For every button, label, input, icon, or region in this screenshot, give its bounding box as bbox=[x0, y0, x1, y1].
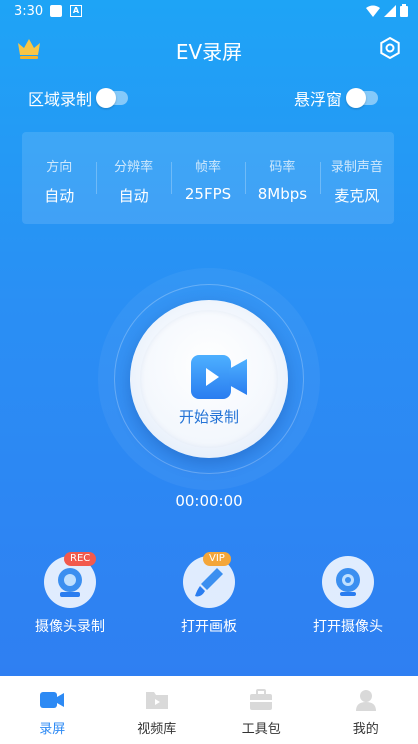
float-window-toggle[interactable] bbox=[346, 88, 379, 108]
title-bar: EV录屏 bbox=[0, 30, 418, 70]
bottom-navigation: 录屏 视频库 工具包 我的 bbox=[0, 676, 418, 744]
float-window-row: 悬浮窗 bbox=[294, 86, 379, 110]
float-window-label: 悬浮窗 bbox=[294, 90, 343, 109]
nav-label: 我的 bbox=[352, 722, 379, 737]
drawing-board-icon-wrap: VIP bbox=[183, 552, 235, 608]
setting-label: 码率 bbox=[269, 160, 296, 175]
nav-label: 录屏 bbox=[39, 722, 66, 737]
setting-bitrate[interactable]: 码率 8Mbps bbox=[245, 132, 319, 224]
camera-record-tool[interactable]: REC 摄像头录制 bbox=[10, 552, 130, 636]
signal-icon bbox=[384, 4, 396, 17]
start-record-button[interactable]: 开始录制 bbox=[130, 300, 288, 458]
start-record-inner: 开始录制 bbox=[140, 310, 278, 448]
area-record-label: 区域录制 bbox=[28, 90, 93, 109]
setting-value: 麦克风 bbox=[334, 187, 380, 205]
setting-value: 8Mbps bbox=[257, 185, 308, 203]
nav-tab-mine[interactable]: 我的 bbox=[314, 676, 418, 744]
app-title: EV录屏 bbox=[175, 40, 243, 64]
notification-icon bbox=[50, 5, 62, 17]
battery-icon bbox=[400, 4, 408, 17]
tool-label: 摄像头录制 bbox=[35, 619, 105, 635]
wifi-icon bbox=[366, 5, 380, 17]
status-time: 3:30 bbox=[14, 4, 44, 19]
record-timer: 00:00:00 bbox=[175, 492, 243, 510]
profile-icon bbox=[355, 690, 376, 711]
setting-label: 分辨率 bbox=[114, 160, 154, 175]
setting-value: 25FPS bbox=[184, 185, 232, 203]
tool-label: 打开画板 bbox=[181, 619, 237, 635]
nav-tab-toolkit[interactable]: 工具包 bbox=[209, 676, 314, 744]
setting-framerate[interactable]: 帧率 25FPS bbox=[170, 132, 245, 224]
area-record-toggle[interactable] bbox=[96, 88, 129, 108]
vip-badge: VIP bbox=[203, 552, 231, 566]
setting-audio-source[interactable]: 录制声音 麦克风 bbox=[319, 132, 394, 224]
area-record-row: 区域录制 bbox=[28, 86, 129, 110]
settings-icon[interactable] bbox=[378, 36, 402, 60]
open-drawing-board-tool[interactable]: VIP 打开画板 bbox=[149, 552, 269, 636]
rec-badge: REC bbox=[64, 552, 97, 566]
toolkit-icon bbox=[250, 689, 273, 710]
tool-label: 打开摄像头 bbox=[313, 619, 383, 635]
a-notification-icon: A bbox=[70, 5, 82, 17]
record-tab-icon bbox=[40, 692, 65, 708]
nav-label: 视频库 bbox=[137, 722, 177, 737]
setting-label: 帧率 bbox=[195, 160, 222, 175]
nav-tab-record[interactable]: 录屏 bbox=[0, 676, 105, 744]
setting-label: 录制声音 bbox=[330, 160, 383, 175]
status-right-icons bbox=[366, 4, 408, 17]
setting-orientation[interactable]: 方向 自动 bbox=[22, 132, 96, 224]
nav-tab-video-library[interactable]: 视频库 bbox=[105, 676, 210, 744]
open-camera-tool[interactable]: 打开摄像头 bbox=[288, 556, 408, 636]
record-settings-panel: 方向 自动 分辨率 自动 帧率 25FPS 码率 8Mbps 录制声音 麦克风 bbox=[22, 132, 394, 224]
camera-record-icon: REC bbox=[44, 552, 97, 608]
start-record-label: 开始录制 bbox=[178, 408, 239, 426]
camera-lens-icon bbox=[336, 568, 360, 596]
video-library-icon bbox=[145, 692, 168, 709]
setting-value: 自动 bbox=[44, 187, 75, 205]
setting-value: 自动 bbox=[118, 187, 149, 205]
open-camera-icon-wrap bbox=[322, 556, 374, 608]
setting-resolution[interactable]: 分辨率 自动 bbox=[96, 132, 170, 224]
setting-label: 方向 bbox=[46, 160, 73, 175]
video-camera-icon bbox=[191, 355, 247, 399]
nav-label: 工具包 bbox=[241, 722, 281, 737]
status-bar: 3:30 A bbox=[0, 0, 418, 24]
